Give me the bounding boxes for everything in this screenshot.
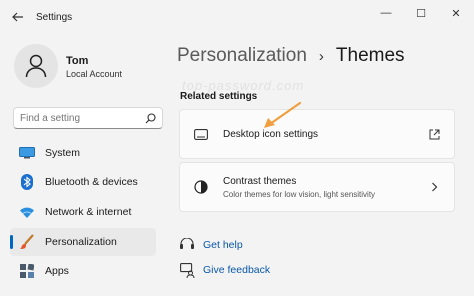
active-indicator — [10, 235, 13, 249]
close-icon: ✕ — [451, 7, 461, 20]
sidebar-item-label: Network & internet — [45, 206, 132, 218]
search-box[interactable] — [13, 107, 163, 129]
card-description: Color themes for low vision, light sensi… — [223, 189, 376, 199]
sidebar-item-label: Bluetooth & devices — [45, 176, 138, 188]
wifi-icon — [19, 204, 35, 220]
page-title: Themes — [335, 45, 405, 66]
back-button[interactable] — [9, 9, 27, 25]
contrast-themes-card[interactable]: Contrast themes Color themes for low vis… — [179, 162, 455, 212]
brush-icon — [19, 234, 35, 250]
breadcrumb-parent[interactable]: Personalization — [177, 45, 307, 67]
desktop-icon — [193, 126, 209, 142]
sidebar-item-personalization[interactable]: Personalization — [10, 228, 156, 256]
avatar[interactable] — [14, 44, 58, 88]
title-bar: Settings — ☐ ✕ — [0, 0, 474, 34]
contrast-icon — [193, 179, 209, 195]
breadcrumb: Personalization › Themes — [177, 45, 405, 67]
system-icon — [19, 145, 35, 161]
close-button[interactable]: ✕ — [446, 6, 466, 20]
user-icon — [25, 54, 47, 78]
back-arrow-icon — [12, 12, 23, 22]
help-icon — [179, 237, 195, 253]
maximize-button[interactable]: ☐ — [411, 6, 431, 20]
card-title: Contrast themes — [223, 175, 297, 187]
sidebar-item-label: System — [45, 147, 81, 159]
sidebar-item-system[interactable]: System — [10, 139, 156, 167]
breadcrumb-separator: › — [318, 47, 324, 65]
maximize-icon: ☐ — [416, 7, 426, 20]
search-input[interactable] — [20, 112, 140, 124]
app-title: Settings — [36, 12, 73, 23]
account-type: Local Account — [66, 69, 123, 79]
give-feedback-link[interactable]: Give feedback — [179, 262, 270, 278]
sidebar-item-network[interactable]: Network & internet — [10, 198, 156, 226]
minimize-icon: — — [380, 7, 392, 19]
card-title: Desktop icon settings — [223, 128, 319, 140]
search-icon — [145, 112, 156, 123]
feedback-icon — [179, 262, 195, 278]
sidebar-item-label: Personalization — [45, 236, 117, 248]
desktop-icon-settings-card[interactable]: Desktop icon settings — [179, 109, 455, 159]
chevron-right-icon — [424, 182, 444, 192]
get-help-link[interactable]: Get help — [179, 237, 243, 253]
sidebar-item-label: Apps — [45, 265, 69, 277]
section-title: Related settings — [180, 91, 258, 102]
link-label: Give feedback — [203, 264, 271, 276]
sidebar-item-apps[interactable]: Apps — [10, 257, 156, 285]
link-label: Get help — [203, 239, 243, 251]
user-name: Tom — [66, 55, 89, 67]
minimize-button[interactable]: — — [376, 6, 396, 20]
open-external-icon — [424, 129, 444, 140]
bluetooth-icon — [19, 174, 35, 190]
apps-icon — [19, 263, 35, 279]
sidebar-item-bluetooth[interactable]: Bluetooth & devices — [10, 168, 156, 196]
